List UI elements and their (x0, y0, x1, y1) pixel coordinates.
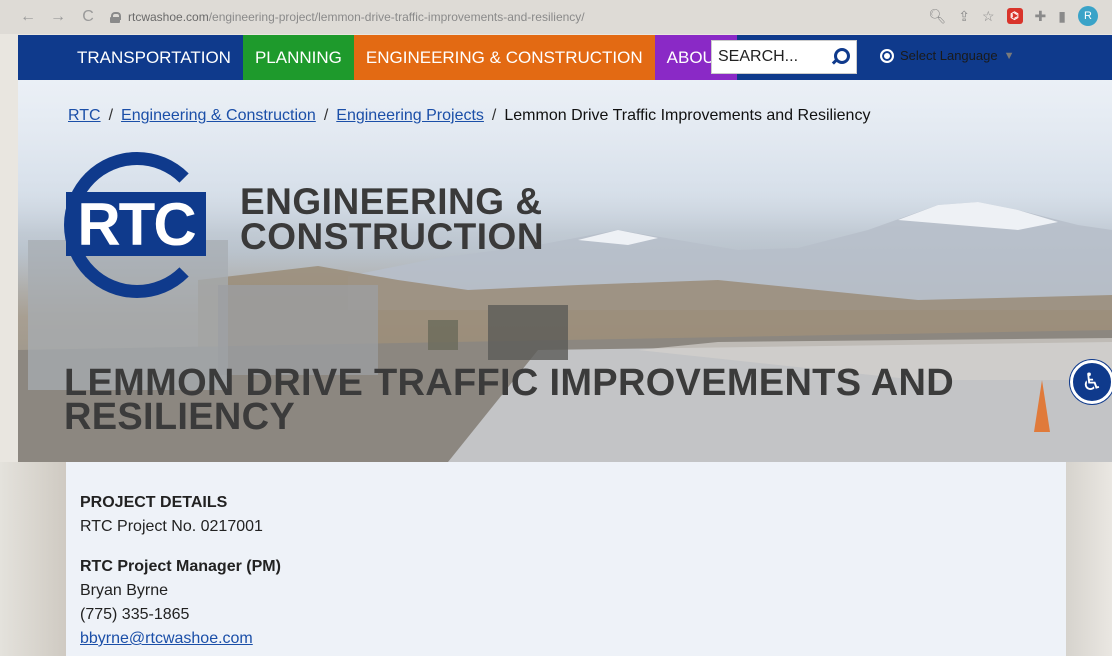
rtc-logo[interactable]: RTC (64, 152, 214, 298)
breadcrumb-separator: / (323, 107, 329, 124)
project-manager-phone: (775) 335-1865 (80, 606, 190, 623)
globe-icon (880, 48, 894, 63)
search-input[interactable]: SEARCH... (711, 40, 857, 74)
nav-transportation[interactable]: TRANSPORTATION (18, 35, 243, 80)
section-title-line2: CONSTRUCTION (240, 216, 545, 257)
accessibility-icon[interactable]: ♿︎ (1070, 360, 1112, 404)
url-domain: rtcwashoe.com (128, 10, 209, 24)
page-background-right (1066, 462, 1112, 656)
section-title: ENGINEERING & CONSTRUCTION (240, 181, 545, 257)
breadcrumb-engineering-projects[interactable]: Engineering Projects (336, 107, 484, 125)
project-details-heading: PROJECT DETAILS (80, 494, 228, 511)
nav-engineering-construction[interactable]: ENGINEERING & CONSTRUCTION (353, 35, 655, 80)
main-navigation: TRANSPORTATION PLANNING ENGINEERING & CO… (18, 35, 1112, 80)
lock-icon (110, 11, 121, 23)
bookmark-star-icon[interactable]: ☆ (982, 8, 995, 25)
project-details-card: PROJECT DETAILS RTC Project No. 0217001 … (66, 462, 1066, 656)
side-panel-icon[interactable]: ▮ (1058, 8, 1066, 25)
url-path: /engineering-project/lemmon-drive-traffi… (208, 10, 585, 24)
project-manager-email-link[interactable]: bbyrne@rtcwashoe.com (80, 630, 253, 647)
search-icon[interactable] (826, 44, 852, 70)
hero-banner: RTC / Engineering & Construction / Engin… (18, 80, 1112, 462)
language-label: Select Language (900, 48, 998, 63)
breadcrumb-rtc[interactable]: RTC (68, 107, 101, 125)
breadcrumb-separator: / (491, 107, 497, 124)
breadcrumb-engineering-construction[interactable]: Engineering & Construction (121, 107, 316, 125)
zoom-icon[interactable]: 🔍︎ (928, 8, 946, 25)
pdf-extension-icon[interactable]: ⌬ (1006, 8, 1023, 24)
nav-planning[interactable]: PLANNING (242, 35, 354, 80)
project-number: RTC Project No. 0217001 (80, 518, 263, 535)
address-bar[interactable]: rtcwashoe.com/engineering-project/lemmon… (110, 7, 880, 27)
browser-toolbar: ← → C rtcwashoe.com/engineering-project/… (0, 0, 1112, 34)
dropdown-arrow-icon: ▼ (1003, 49, 1015, 62)
share-icon[interactable]: ⇪ (958, 8, 970, 25)
search-placeholder: SEARCH... (718, 48, 799, 65)
reload-icon[interactable]: C (80, 8, 96, 26)
breadcrumb: RTC / Engineering & Construction / Engin… (68, 107, 870, 125)
breadcrumb-separator: / (108, 107, 114, 124)
profile-avatar[interactable]: R (1078, 6, 1098, 26)
extensions-puzzle-icon[interactable]: ✚ (1035, 8, 1047, 25)
page-background-left (0, 462, 66, 656)
page-title: LEMMON DRIVE TRAFFIC IMPROVEMENTS AND RE… (64, 362, 955, 438)
project-manager-name: Bryan Byrne (80, 582, 169, 599)
forward-icon[interactable]: → (50, 8, 66, 26)
breadcrumb-current: Lemmon Drive Traffic Improvements and Re… (504, 107, 871, 124)
project-manager-label: RTC Project Manager (PM) (80, 558, 281, 575)
back-icon[interactable]: ← (20, 8, 36, 26)
logo-text: RTC (66, 191, 206, 258)
section-title-line1: ENGINEERING & (240, 181, 543, 222)
language-selector[interactable]: Select Language ▼ (880, 48, 1014, 63)
